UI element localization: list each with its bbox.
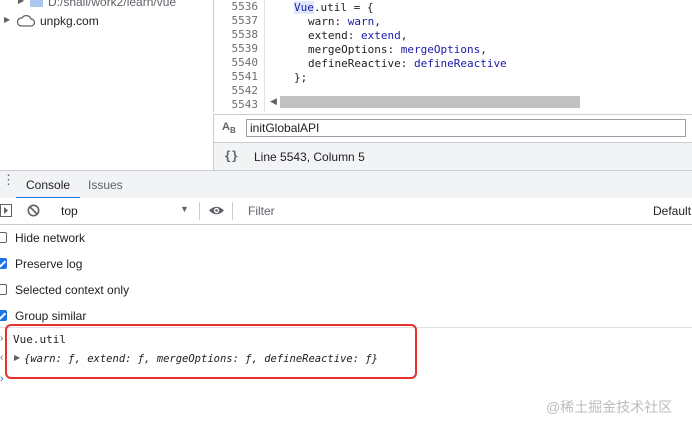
console-toolbar: top ▼ Filter Default [0, 198, 692, 225]
dropdown-arrow-icon: ▼ [180, 204, 189, 214]
input-prompt-icon: › [0, 333, 4, 344]
cursor-position: Line 5543, Column 5 [254, 150, 365, 164]
match-case-icon[interactable]: AB [222, 121, 236, 135]
checkbox-checked[interactable] [0, 310, 7, 321]
checkbox[interactable] [0, 284, 7, 295]
code-token: .util = { [313, 1, 374, 14]
prompt-caret-icon: › [0, 373, 4, 385]
search-input-value: initGlobalAPI [250, 121, 320, 135]
line-number: 5538 [231, 28, 259, 41]
watermark: @稀土掘金技术社区 [546, 399, 673, 415]
scroll-left-arrow-icon[interactable]: ◀ [270, 96, 277, 107]
context-value: top [61, 204, 78, 218]
filter-input[interactable]: Filter [240, 201, 644, 219]
setting-selected-context-only[interactable]: Selected context only [0, 277, 160, 303]
setting-preserve-log[interactable]: Preserve log [0, 251, 120, 277]
code-line: Vue.util = { [294, 1, 373, 15]
code-line: }; [294, 71, 308, 84]
line-number: 5537 [231, 14, 259, 27]
drawer-tab-bar: ⋮ Console Issues [0, 170, 692, 200]
checkbox[interactable] [0, 232, 7, 243]
expand-arrow-icon[interactable]: ▶ [18, 0, 24, 5]
code-line: mergeOptions: mergeOptions, [308, 43, 487, 56]
checkbox-checked[interactable] [0, 258, 7, 269]
code-token: warn [347, 15, 375, 28]
code-editor[interactable]: 5536 5537 5538 5539 5540 5541 5542 5543 … [213, 0, 692, 112]
code-token: Vue [294, 1, 314, 14]
code-line: defineReactive: defineReactive [308, 57, 507, 70]
live-expression-eye-icon[interactable] [208, 204, 225, 217]
code-token: mergeOptions [308, 43, 388, 56]
context-selector[interactable]: top ▼ [55, 198, 195, 224]
code-line: warn: warn, [308, 15, 381, 28]
clear-console-icon[interactable] [27, 204, 40, 217]
toolbar-divider [232, 202, 233, 220]
search-input[interactable]: initGlobalAPI [246, 119, 686, 137]
line-number: 5543 [231, 98, 259, 111]
line-number: 5542 [231, 84, 259, 97]
line-number: 5539 [231, 42, 259, 55]
expand-arrow-icon[interactable]: ▶ [4, 15, 10, 24]
code-token: extend [361, 29, 401, 42]
output-prompt-icon: ‹ [0, 352, 4, 363]
search-bar: AB initGlobalAPI [213, 114, 692, 143]
annotation-highlight-box [5, 324, 417, 379]
more-options-icon[interactable]: ⋮ [2, 173, 15, 186]
pretty-print-icon[interactable]: {} [224, 149, 238, 163]
tree-item-unpkg[interactable]: ▶ unpkg.com [4, 14, 204, 30]
line-number: 5541 [231, 70, 259, 83]
toolbar-divider [199, 202, 200, 220]
line-number: 5540 [231, 56, 259, 69]
code-token: mergeOptions [400, 43, 481, 56]
code-token: defineReactive [308, 57, 401, 70]
tab-console[interactable]: Console [16, 171, 81, 199]
code-token: warn [308, 15, 335, 28]
setting-hide-network[interactable]: Hide network [0, 225, 120, 251]
sidebar-toggle-icon[interactable] [0, 204, 12, 217]
tree-item-label: unpkg.com [40, 14, 99, 28]
code-token: defineReactive [413, 57, 507, 70]
folder-icon [30, 0, 43, 7]
checkbox-label: Preserve log [15, 257, 83, 271]
line-number: 5536 [231, 0, 259, 13]
filter-placeholder: Filter [248, 204, 275, 218]
tab-issues[interactable]: Issues [80, 171, 131, 199]
horizontal-scrollbar[interactable] [280, 96, 580, 108]
checkbox-label: Hide network [15, 231, 86, 245]
editor-status-bar: {} Line 5543, Column 5 [213, 142, 692, 171]
line-number-gutter: 5536 5537 5538 5539 5540 5541 5542 5543 [214, 0, 265, 112]
cloud-icon [16, 14, 36, 27]
code-line: extend: extend, [308, 29, 408, 42]
tree-item-folder[interactable]: ▶ D:/shall/work2/learn/vue [18, 0, 213, 10]
checkbox-label: Selected context only [15, 283, 130, 297]
tree-item-label: D:/shall/work2/learn/vue [48, 0, 177, 9]
file-tree-panel: ▶ D:/shall/work2/learn/vue ▶ unpkg.com [0, 0, 213, 170]
code-token: extend [308, 29, 348, 42]
log-levels-dropdown[interactable]: Default [653, 204, 691, 218]
